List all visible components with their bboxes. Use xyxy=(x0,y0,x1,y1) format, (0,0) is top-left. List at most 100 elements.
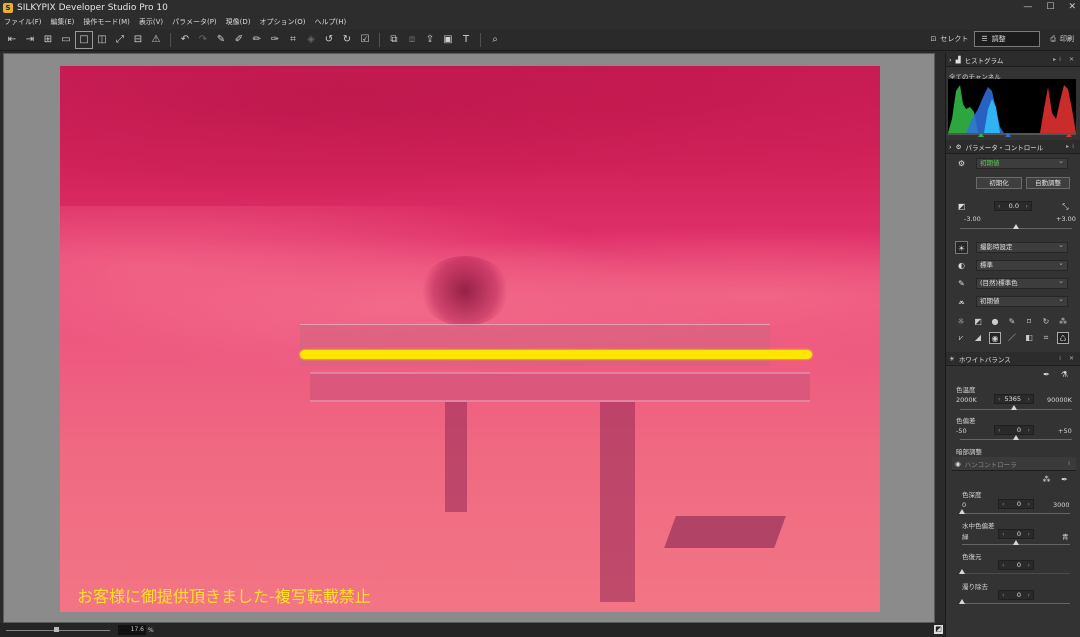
filmstrip-view-icon[interactable]: ▭ xyxy=(57,31,75,49)
search-icon[interactable]: ⌕ xyxy=(486,31,504,49)
menu-parameter[interactable]: パラメータ(P) xyxy=(172,17,216,27)
preview-photo[interactable]: お客様に御提供頂きました-複写転載禁止 xyxy=(60,66,880,612)
rotate-tool-icon[interactable]: ↻ xyxy=(1040,316,1052,328)
pen-tool-icon[interactable]: ／ xyxy=(1006,332,1018,344)
grid-icon[interactable]: ⊟ xyxy=(129,31,147,49)
gear-icon[interactable]: ⚙ xyxy=(955,157,968,170)
tone-dropdown[interactable]: 標準 xyxy=(976,259,1068,271)
compare-view-icon[interactable]: ◫ xyxy=(93,31,111,49)
panel-pin-icon[interactable]: ▸⁞ ✕ xyxy=(1053,56,1077,63)
preset-dropdown[interactable]: 初期値 xyxy=(976,157,1068,169)
menu-edit[interactable]: 編集(E) xyxy=(51,17,75,27)
menu-help[interactable]: ヘルプ(H) xyxy=(315,17,347,27)
redo-icon[interactable]: ↷ xyxy=(194,31,212,49)
recycle-tool-icon[interactable]: ♺ xyxy=(1057,332,1069,344)
haze-slider[interactable] xyxy=(962,603,1070,604)
spot-icon[interactable]: ✑ xyxy=(266,31,284,49)
minimize-button[interactable]: — xyxy=(1023,0,1032,15)
exposure-icon[interactable]: ◩ xyxy=(955,200,968,213)
pipette-icon[interactable]: ✎ xyxy=(212,31,230,49)
exposure-tool-icon[interactable]: ◩ xyxy=(972,316,984,328)
adjust-mode-button[interactable]: ☰ 調整 xyxy=(974,31,1041,47)
tint-field[interactable]: 0 xyxy=(994,425,1034,435)
export-icon[interactable]: ⇪ xyxy=(421,31,439,49)
color-temp-field[interactable]: 5365 xyxy=(994,394,1034,404)
color-temp-slider-thumb[interactable] xyxy=(1010,405,1017,410)
menu-view[interactable]: 表示(V) xyxy=(139,17,163,27)
mark-icon[interactable]: ☑ xyxy=(356,31,374,49)
exposure-slider-thumb[interactable] xyxy=(1013,224,1019,229)
depth-field[interactable]: 0 xyxy=(998,499,1034,509)
zoom-value[interactable]: 17.6 xyxy=(118,625,146,635)
contrast-icon[interactable]: ◐ xyxy=(955,259,968,272)
sharpness-dropdown[interactable]: 初期値 xyxy=(976,295,1068,307)
brightness-icon[interactable]: ☀ xyxy=(955,241,968,254)
layer-icon[interactable]: ◈ xyxy=(302,31,320,49)
water-slider-thumb[interactable] xyxy=(1013,540,1019,545)
preview-canvas[interactable]: お客様に御提供頂きました-複写転載禁止 xyxy=(3,53,935,623)
exposure-auto-icon[interactable]: ⤡ xyxy=(1059,200,1072,213)
histogram-header[interactable]: › ▟ ヒストグラム ▸⁞ ✕ xyxy=(946,53,1080,67)
zoom-slider-thumb[interactable] xyxy=(54,626,59,632)
rotate-left-icon[interactable]: ↺ xyxy=(320,31,338,49)
auto-adjust-button[interactable]: 自動調整 xyxy=(1026,177,1070,189)
zoom-slider[interactable] xyxy=(6,626,110,632)
panel-toggle-icon[interactable]: ◩ xyxy=(934,625,943,634)
light-tool-icon[interactable]: ☼ xyxy=(955,316,967,328)
print-mode-button[interactable]: ⎙ 印刷 xyxy=(1044,31,1080,47)
panel-pin-icon[interactable]: ⁞ ✕ xyxy=(1059,355,1077,362)
frame-tool-icon[interactable]: ⌑ xyxy=(1023,316,1035,328)
restore-field[interactable]: 0 xyxy=(998,560,1034,570)
panel-pin-icon[interactable]: ⁞ xyxy=(1068,460,1073,467)
exposure-mode-dropdown[interactable]: 撮影時設定 xyxy=(976,241,1068,253)
sharpen-tool-icon[interactable]: ⩗ xyxy=(955,332,967,344)
next-image-icon[interactable]: ⇥ xyxy=(21,31,39,49)
haze-field[interactable]: 0 xyxy=(998,590,1034,600)
rotate-right-icon[interactable]: ↻ xyxy=(338,31,356,49)
white-balance-header[interactable]: ☀ ホワイトバランス ⁞ ✕ xyxy=(946,352,1080,366)
underwater-auto-icon[interactable]: ⁂ xyxy=(1040,473,1053,486)
prev-image-icon[interactable]: ⇤ xyxy=(3,31,21,49)
brush-icon[interactable]: ✏ xyxy=(248,31,266,49)
layer-tool-icon[interactable]: ◧ xyxy=(1023,332,1035,344)
exposure-value-field[interactable]: 0.0 xyxy=(994,201,1032,211)
close-button[interactable]: ✕ xyxy=(1068,0,1076,15)
wb-auto-icon[interactable]: ⚗ xyxy=(1058,368,1071,381)
underwater-pipette-icon[interactable]: ✒ xyxy=(1058,473,1071,486)
restore-slider-thumb[interactable] xyxy=(959,569,965,574)
reset-button[interactable]: 初期化 xyxy=(976,177,1022,189)
copy-params-icon[interactable]: ⧉ xyxy=(385,31,403,49)
water-field[interactable]: 0 xyxy=(998,529,1034,539)
menu-mode[interactable]: 操作モード(M) xyxy=(83,17,130,27)
haze-slider-thumb[interactable] xyxy=(959,599,965,604)
panel-pin-icon[interactable]: ▸⁞ xyxy=(1066,143,1077,150)
color-tool-icon[interactable]: ✎ xyxy=(1006,316,1018,328)
depth-slider[interactable] xyxy=(962,513,1070,514)
preview-view-icon[interactable]: □ xyxy=(75,30,93,49)
tint-slider-thumb[interactable] xyxy=(1013,435,1019,440)
eye-tool-icon[interactable]: ◉ xyxy=(989,332,1001,344)
sharpness-icon[interactable]: ⩕ xyxy=(955,295,968,308)
menu-file[interactable]: ファイル(F) xyxy=(4,17,42,27)
develop-icon[interactable]: ▣ xyxy=(439,31,457,49)
restore-slider[interactable] xyxy=(962,573,1070,574)
parameter-control-header[interactable]: › ⚙ パラメータ・コントロール ▸⁞ xyxy=(946,140,1080,154)
dark-sub-header[interactable]: ◉ ハンコントローラ ⁞ xyxy=(952,457,1076,471)
select-mode-button[interactable]: ⊡ セレクト xyxy=(925,31,975,47)
collapse-icon[interactable]: › xyxy=(949,143,952,151)
crop-tool-icon[interactable]: ⌗ xyxy=(1040,332,1052,344)
fullscreen-icon[interactable]: ⤢ xyxy=(111,31,129,49)
undo-icon[interactable]: ↶ xyxy=(176,31,194,49)
cluster-tool-icon[interactable]: ⁂ xyxy=(1057,316,1069,328)
collapse-icon[interactable]: › xyxy=(949,56,952,64)
color-pipette-icon[interactable]: ✎ xyxy=(955,277,968,290)
partial-correction-icon[interactable]: ✐ xyxy=(230,31,248,49)
maximize-button[interactable]: ☐ xyxy=(1046,0,1054,15)
crop-icon[interactable]: ⌗ xyxy=(284,31,302,49)
wb-pipette-icon[interactable]: ✒ xyxy=(1040,368,1053,381)
text-icon[interactable]: T xyxy=(457,31,475,49)
menu-develop[interactable]: 現像(D) xyxy=(226,17,251,27)
color-dropdown[interactable]: (目然)標準色 xyxy=(976,277,1068,289)
warning-icon[interactable]: ⚠ xyxy=(147,31,165,49)
depth-slider-thumb[interactable] xyxy=(959,509,965,514)
